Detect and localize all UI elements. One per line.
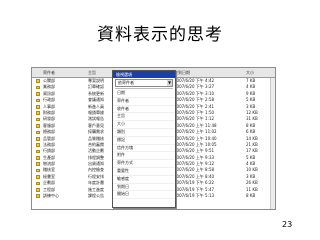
envelope-icon — [36, 124, 40, 128]
row-date: 2007/6/19 下午 5:13 — [174, 193, 215, 199]
envelope-icon — [36, 162, 40, 167]
chevron-down-icon[interactable]: ▼ — [167, 80, 172, 86]
vertical-scrollbar[interactable] — [270, 78, 275, 209]
column-subject[interactable]: 主旨 — [88, 68, 96, 77]
mail-window: 寄件者 主旨 收到日期 大小 公關部 專案說明 2007/6/20 下午 4:42 7… — [31, 67, 276, 210]
envelope-icon — [36, 92, 40, 96]
menu-item[interactable]: 寄件方式 — [113, 160, 175, 168]
column-date[interactable]: 收到日期 — [174, 68, 190, 77]
menu-item[interactable]: 敏感度 — [113, 176, 175, 184]
menu-item[interactable]: 日期 — [113, 90, 175, 98]
menu-item[interactable]: 大小 — [113, 121, 175, 129]
row-size: 8 KB — [246, 193, 256, 199]
page-number: 23 — [282, 220, 293, 229]
group-by-dropdown[interactable]: 依寄件者 ▼ — [115, 79, 173, 87]
envelope-icon — [36, 194, 40, 199]
envelope-icon — [36, 175, 40, 179]
envelope-icon — [36, 85, 40, 90]
envelope-icon — [36, 79, 40, 83]
column-size[interactable]: 大小 — [246, 68, 254, 77]
view-options-popup: 檢視選項 依寄件者 ▼ 日期 寄件者 收件者 主旨 大小 類別 標記 信件方塊 附件 寄件方式 重要… — [112, 70, 176, 208]
menu-item[interactable]: 附件 — [113, 152, 175, 161]
column-folder[interactable]: 寄件者 — [43, 68, 55, 77]
menu-item[interactable]: 寄件者 — [113, 98, 175, 106]
divider — [115, 88, 173, 89]
row-sender: 訓練中心 — [43, 193, 59, 199]
envelope-icon — [36, 98, 40, 103]
envelope-icon — [36, 117, 40, 122]
envelope-icon — [36, 136, 40, 141]
envelope-icon — [36, 188, 40, 192]
popup-title: 檢視選項 — [113, 71, 175, 78]
menu-item[interactable]: 類別 — [113, 129, 175, 137]
envelope-icon — [36, 149, 40, 154]
envelope-icon — [36, 181, 40, 186]
slide-title: 資料表示的思考 — [97, 25, 223, 45]
group-by-value: 依寄件者 — [118, 80, 134, 85]
envelope-icon — [36, 130, 40, 135]
menu-item[interactable]: 開始日 — [113, 191, 175, 200]
envelope-icon — [36, 156, 40, 160]
envelope-icon — [36, 104, 40, 109]
menu-item[interactable]: 標記 — [113, 137, 175, 145]
envelope-icon — [36, 143, 40, 147]
menu-item[interactable]: 重要性 — [113, 168, 175, 176]
envelope-icon — [36, 168, 40, 173]
envelope-icon — [36, 111, 40, 115]
